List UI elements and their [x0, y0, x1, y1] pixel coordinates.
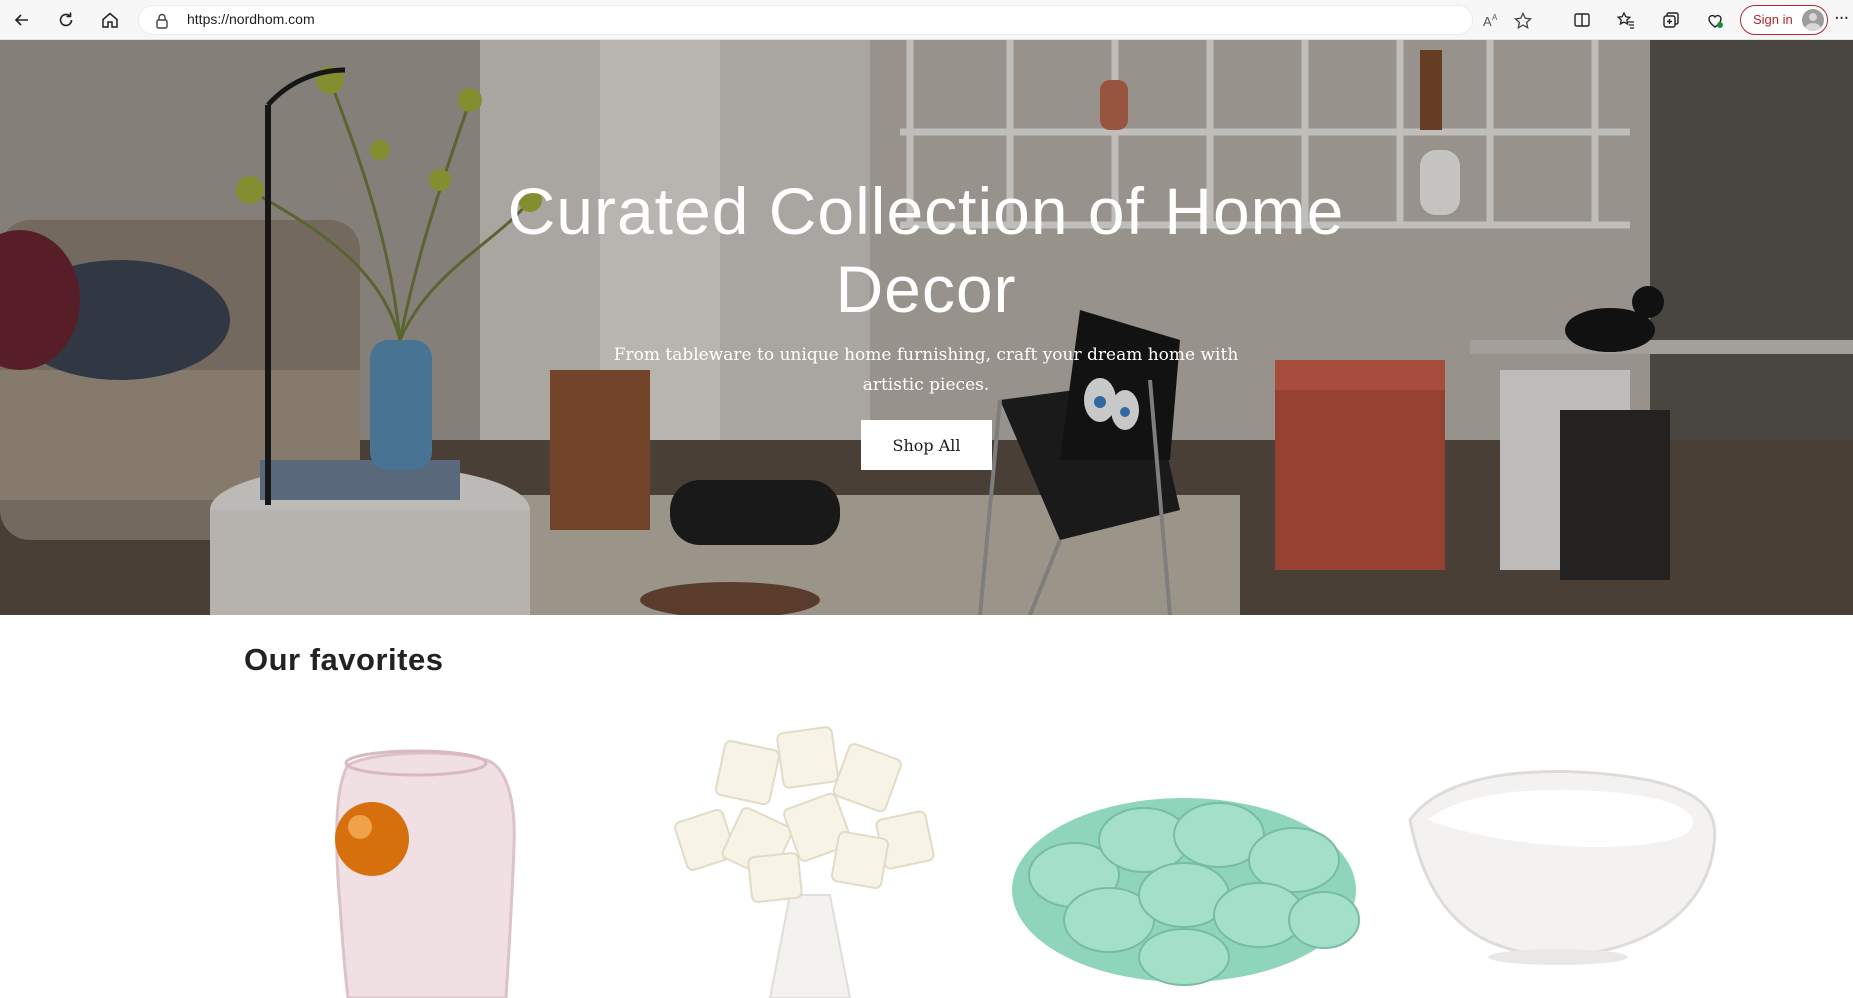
lock-icon[interactable] [153, 12, 171, 30]
hero-subtitle: From tableware to unique home furnishing… [613, 345, 1239, 395]
favorites-icon[interactable] [1612, 6, 1640, 34]
product-card-lamp[interactable] [620, 725, 1000, 998]
avatar [1802, 9, 1824, 31]
sign-in-label: Sign in [1753, 12, 1793, 27]
url-text[interactable]: https://nordhom.com [187, 11, 315, 27]
more-icon[interactable]: ··· [1834, 8, 1849, 29]
pink-glass-vase-image [335, 749, 516, 998]
svg-text:A: A [1483, 14, 1492, 29]
knot-cushion-image [1012, 798, 1360, 986]
browser-toolbar: https://nordhom.com AA Sign in ··· [0, 0, 1853, 40]
product-card-cushion[interactable] [1004, 725, 1384, 998]
cube-petal-lamp-image [674, 726, 935, 998]
shop-all-button[interactable]: Shop All [861, 420, 992, 470]
refresh-icon[interactable] [52, 6, 80, 34]
svg-text:A: A [1492, 13, 1498, 22]
home-icon[interactable] [96, 6, 124, 34]
product-card-vase[interactable] [236, 725, 616, 998]
product-card-bowl[interactable] [1388, 725, 1768, 998]
favorite-star-icon[interactable] [1513, 11, 1533, 31]
hero-title: Curated Collection of Home Decor [507, 174, 1345, 326]
favorites-heading: Our favorites [244, 642, 444, 677]
hero-banner: Curated Collection of Home Decor From ta… [0, 40, 1853, 615]
collections-icon[interactable] [1657, 6, 1685, 34]
browser-essentials-icon[interactable] [1701, 6, 1729, 34]
split-screen-icon[interactable] [1568, 6, 1596, 34]
back-icon[interactable] [8, 6, 36, 34]
sign-in-button[interactable]: Sign in [1740, 5, 1828, 35]
ceramic-bowl-image [1408, 769, 1717, 965]
read-aloud-icon[interactable]: AA [1481, 11, 1501, 31]
address-bar[interactable]: https://nordhom.com AA [138, 5, 1532, 35]
